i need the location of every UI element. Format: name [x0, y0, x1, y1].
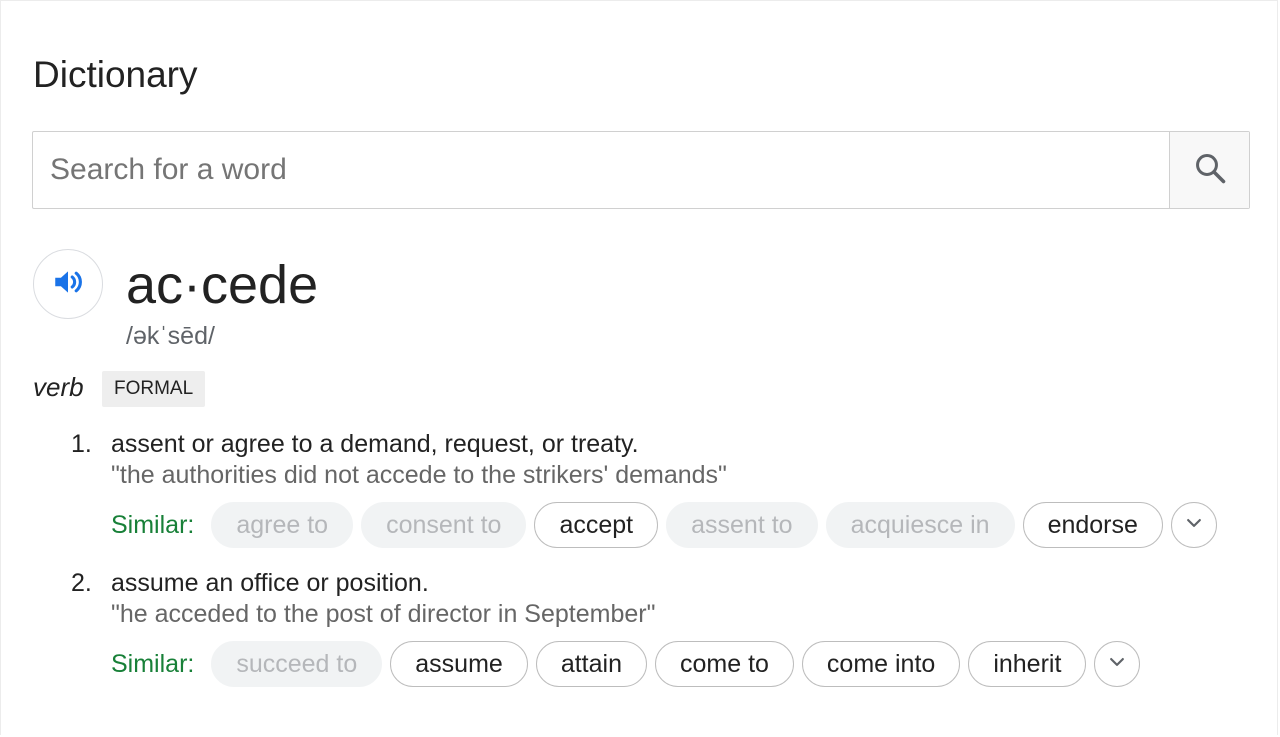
sense-example: "the authorities did not accede to the s… — [111, 461, 727, 489]
similar-chip-inherit[interactable]: inherit — [968, 641, 1087, 687]
search-input[interactable] — [33, 132, 1169, 208]
similar-chip-attain[interactable]: attain — [535, 641, 647, 687]
search-button[interactable] — [1169, 132, 1249, 208]
similar-row: Similar: agree to consent to accept asse… — [111, 501, 1217, 549]
speaker-icon — [51, 265, 85, 304]
search-box — [32, 131, 1250, 209]
audio-button[interactable] — [33, 249, 103, 319]
expand-similar-button[interactable] — [1170, 502, 1217, 548]
sense-number: 1. — [71, 430, 92, 458]
sense-number: 2. — [71, 569, 92, 597]
similar-chip-assent-to[interactable]: assent to — [666, 502, 818, 548]
headword: ac·cede — [126, 255, 319, 315]
similar-chip-assume[interactable]: assume — [390, 641, 528, 687]
similar-chip-acquiesce-in[interactable]: acquiesce in — [825, 502, 1015, 548]
dictionary-card: Dictionary ac·cede /əkˈsēd/ verb FORMAL … — [0, 0, 1278, 735]
sense-definition: assent or agree to a demand, request, or… — [111, 430, 639, 458]
similar-chip-endorse[interactable]: endorse — [1022, 502, 1163, 548]
search-icon — [1192, 150, 1228, 191]
sense-example: "he acceded to the post of director in S… — [111, 600, 656, 628]
similar-label: Similar: — [111, 649, 195, 678]
chevron-down-icon — [1184, 513, 1204, 538]
part-of-speech: verb — [33, 372, 84, 402]
similar-label: Similar: — [111, 510, 195, 539]
similar-chip-consent-to[interactable]: consent to — [361, 502, 527, 548]
similar-chip-accept[interactable]: accept — [534, 502, 659, 548]
sense-definition: assume an office or position. — [111, 569, 429, 597]
phonetic-spelling: /əkˈsēd/ — [126, 322, 215, 350]
similar-chip-agree-to[interactable]: agree to — [211, 502, 354, 548]
similar-chip-come-into[interactable]: come into — [801, 641, 961, 687]
expand-similar-button[interactable] — [1094, 641, 1141, 687]
chevron-down-icon — [1107, 652, 1127, 677]
register-badge: FORMAL — [102, 371, 206, 407]
page-title: Dictionary — [33, 54, 198, 95]
similar-row: Similar: succeed to assume attain come t… — [111, 640, 1141, 688]
similar-chip-succeed-to[interactable]: succeed to — [211, 641, 383, 687]
similar-chip-come-to[interactable]: come to — [654, 641, 794, 687]
